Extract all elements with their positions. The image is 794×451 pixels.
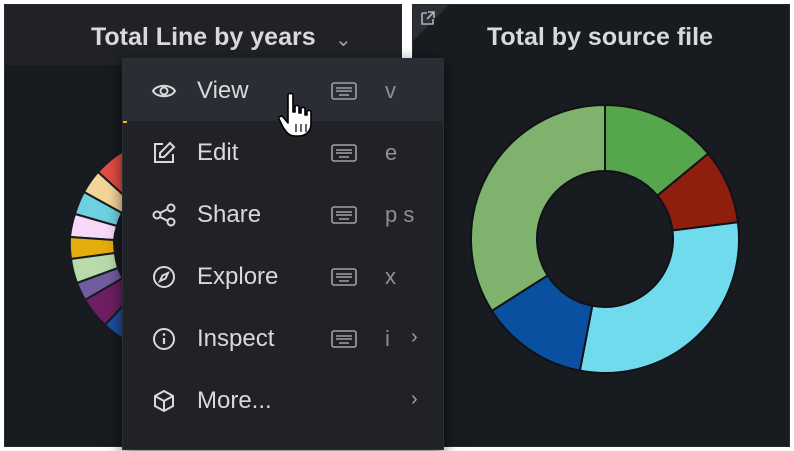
menu-item-label: Edit — [197, 139, 239, 166]
keyboard-icon — [331, 268, 357, 286]
panel-total-by-source-file: Total by source file — [412, 4, 790, 447]
eye-icon — [151, 84, 177, 98]
menu-item-shortcut: v — [385, 78, 396, 103]
cube-icon — [154, 389, 174, 413]
donut-slice[interactable] — [470, 103, 606, 313]
menu-item-shortcut: i — [385, 326, 390, 351]
panel-title[interactable]: Total Line by years — [91, 23, 316, 52]
menu-item-explore[interactable]: Explore x — [123, 245, 443, 307]
donut-slice[interactable] — [578, 221, 740, 374]
menu-item-more[interactable]: More... › — [123, 369, 443, 431]
compass-icon — [153, 266, 175, 288]
menu-item-label: Inspect — [197, 325, 275, 352]
menu-item-shortcut: e — [385, 140, 398, 165]
hand-pointer-cursor — [278, 92, 312, 137]
menu-item-inspect[interactable]: Inspect i › — [123, 307, 443, 369]
chevron-right-icon: › — [411, 326, 418, 348]
right-donut-chart — [470, 103, 740, 374]
keyboard-icon — [331, 144, 357, 162]
menu-item-label: Share — [197, 201, 262, 228]
share-icon — [152, 203, 176, 227]
menu-item-shortcut: p s — [385, 202, 415, 227]
keyboard-icon — [331, 206, 357, 224]
info-icon — [153, 328, 175, 350]
edit-icon — [154, 141, 176, 163]
menu-item-share[interactable]: Share p s — [123, 183, 443, 245]
panel-header[interactable]: Total Line by years ⌄ — [5, 5, 401, 65]
menu-item-label: More... — [197, 387, 272, 414]
chevron-right-icon: › — [411, 388, 418, 410]
menu-item-label: View — [197, 77, 249, 104]
menu-item-label: Explore — [197, 263, 279, 290]
keyboard-icon — [331, 82, 357, 100]
menu-item-shortcut: x — [385, 264, 396, 289]
chevron-down-icon[interactable]: ⌄ — [335, 27, 352, 52]
keyboard-icon — [331, 330, 357, 348]
